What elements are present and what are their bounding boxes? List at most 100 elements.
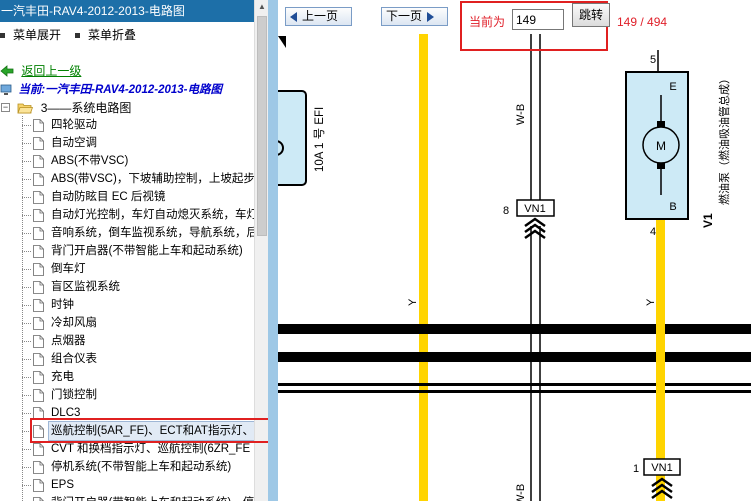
tree-item[interactable]: ABS(带VSC)，下坡辅助控制，上坡起步: [0, 170, 255, 188]
pin-4-label: 4: [650, 226, 656, 238]
tree-list: 四轮驱动 自动空调 ABS(不带VSC) ABS(带VSC)，下坡辅助控制，上坡起步自…: [0, 116, 257, 501]
tree-guide-branch: [22, 377, 31, 378]
menu-expand-label: 菜单展开: [13, 28, 62, 42]
tree-item[interactable]: 自动空调: [0, 134, 254, 152]
component-name-label: 燃油泵（燃油吸油管总成）: [717, 73, 731, 205]
tree-folder-label: 3——系统电路图: [40, 100, 132, 115]
next-page-button[interactable]: 下一页: [381, 7, 448, 26]
tree-guide-branch: [22, 341, 31, 342]
tree-item[interactable]: 冷却风扇: [0, 314, 254, 332]
wire-y-right-label: Y: [645, 298, 657, 306]
fuse-box: [278, 90, 307, 186]
document-icon: [33, 479, 44, 492]
back-link[interactable]: 返回上一级: [21, 64, 81, 78]
wiring-diagram: 10A 1 号 EFI Y W-B W-B 8 VN1 5 E M B 4 V1…: [278, 0, 751, 501]
window-title: 一汽丰田-RAV4-2012-2013-电路图: [0, 0, 254, 22]
tree-item[interactable]: 组合仪表: [0, 350, 254, 368]
tree-item[interactable]: 四轮驱动: [0, 116, 254, 134]
tree-item-label: ABS(不带VSC): [51, 155, 129, 167]
tree-guide-branch: [22, 251, 31, 252]
document-icon: [33, 371, 44, 384]
document-icon: [33, 173, 44, 186]
tree-item[interactable]: 时钟: [0, 296, 254, 314]
prev-page-label: 上一页: [302, 9, 339, 23]
collapse-icon: [75, 33, 80, 39]
document-icon: [33, 425, 44, 438]
tree-guide-branch: [22, 431, 31, 432]
tree-item-label: DLC3: [51, 407, 81, 419]
tree-item[interactable]: 停机系统(不带智能上车和起动系统): [0, 458, 254, 476]
tree-item-label: 自动空调: [51, 137, 97, 149]
document-icon: [33, 461, 44, 474]
page-number-input[interactable]: [512, 9, 564, 30]
tree-guide-branch: [22, 485, 31, 486]
document-icon: [33, 281, 44, 294]
document-icon: [33, 209, 44, 222]
terminal-e-label: E: [669, 81, 676, 93]
tree-item[interactable]: CVT 和换档指示灯、巡航控制(6ZR_FE: [0, 440, 254, 458]
tree-item[interactable]: 点烟器: [0, 332, 254, 350]
tree-item[interactable]: 音响系统，倒车监视系统，导航系统，后: [0, 224, 256, 242]
tree-guide-branch: [22, 467, 31, 468]
prev-page-button[interactable]: 上一页: [285, 7, 352, 26]
tree-item[interactable]: 自动灯光控制，车灯自动熄灭系统，车灯: [0, 206, 256, 224]
tree-item-label: 倒车灯: [51, 263, 86, 275]
tree-item[interactable]: 巡航控制(5AR_FE)、ECT和AT指示灯、: [0, 421, 257, 441]
tree-item-label: 背门开启器(带智能上车和起动系统)，停: [51, 494, 254, 501]
tree-item-label: 自动防眩目 EC 后视镜: [51, 191, 166, 203]
bus-line-3: [278, 383, 751, 386]
document-icon: [33, 263, 44, 276]
tree-item[interactable]: ABS(不带VSC): [0, 152, 254, 170]
pin-1-label: 1: [633, 463, 639, 475]
tree-guide-branch: [22, 143, 31, 144]
bus-line-4: [278, 390, 751, 393]
document-icon: [33, 443, 44, 456]
tree-guide-branch: [22, 287, 31, 288]
panel-splitter[interactable]: [268, 0, 278, 501]
wire-y-left-label: Y: [407, 298, 419, 306]
document-icon: [33, 317, 44, 330]
current-location: 当前:一汽丰田-RAV4-2012-2013-电路图: [0, 81, 222, 97]
tree-item-label: ABS(带VSC)，下坡辅助控制，上坡起步: [51, 173, 255, 185]
tree-item-label: 巡航控制(5AR_FE)、ECT和AT指示灯、: [48, 421, 257, 441]
expand-icon: [0, 33, 5, 39]
scroll-up-icon[interactable]: ▲: [255, 0, 268, 14]
tree-folder[interactable]: − 3——系统电路图: [0, 99, 131, 115]
tree-item[interactable]: DLC3: [0, 404, 254, 422]
tree-item[interactable]: EPS: [0, 476, 254, 494]
tree-item-label: 门锁控制: [51, 389, 97, 401]
tree-scrollbar[interactable]: ▲: [254, 0, 268, 501]
tree-item-label: 充电: [51, 371, 74, 383]
tree-item[interactable]: 背门开启器(不带智能上车和起动系统): [0, 242, 254, 260]
prev-arrow-icon: [290, 11, 297, 22]
tree-guide-branch: [22, 215, 31, 216]
tree-panel: 一汽丰田-RAV4-2012-2013-电路图 菜单展开 菜单折叠 返回上一级 …: [0, 0, 268, 501]
menu-collapse-label: 菜单折叠: [88, 28, 137, 42]
tree-item-label: 点烟器: [51, 335, 86, 347]
tree-item-label: 时钟: [51, 299, 74, 311]
tree-item[interactable]: 背门开启器(带智能上车和起动系统)，停: [0, 494, 254, 501]
tree-item-label: EPS: [51, 479, 75, 491]
tree-item-label: 四轮驱动: [51, 119, 97, 131]
component-id-label: V1: [701, 213, 715, 228]
tree-item[interactable]: 门锁控制: [0, 386, 254, 404]
document-icon: [33, 245, 44, 258]
collapse-node-icon[interactable]: −: [1, 103, 10, 113]
back-arrow-icon: [0, 64, 14, 77]
tree-item-label: CVT 和换档指示灯、巡航控制(6ZR_FE: [51, 443, 251, 455]
tree-item[interactable]: 倒车灯: [0, 260, 254, 278]
tree-guide-branch: [22, 449, 31, 450]
tree-item[interactable]: 盲区监视系统: [0, 278, 254, 296]
tree-scroll-thumb[interactable]: [257, 16, 267, 236]
connector-chevron-top: [524, 217, 546, 240]
menu-expand-button[interactable]: 菜单展开: [0, 28, 61, 42]
tree-item[interactable]: 充电: [0, 368, 254, 386]
jump-button[interactable]: 跳转: [572, 3, 610, 27]
tree-guide-branch: [22, 197, 31, 198]
tree-item[interactable]: 自动防眩目 EC 后视镜: [0, 188, 254, 206]
tree-guide-branch: [22, 395, 31, 396]
tree-guide-branch: [22, 323, 31, 324]
next-arrow-icon: [427, 11, 435, 22]
menu-collapse-button[interactable]: 菜单折叠: [75, 28, 136, 42]
tree-guide-branch: [22, 269, 31, 270]
